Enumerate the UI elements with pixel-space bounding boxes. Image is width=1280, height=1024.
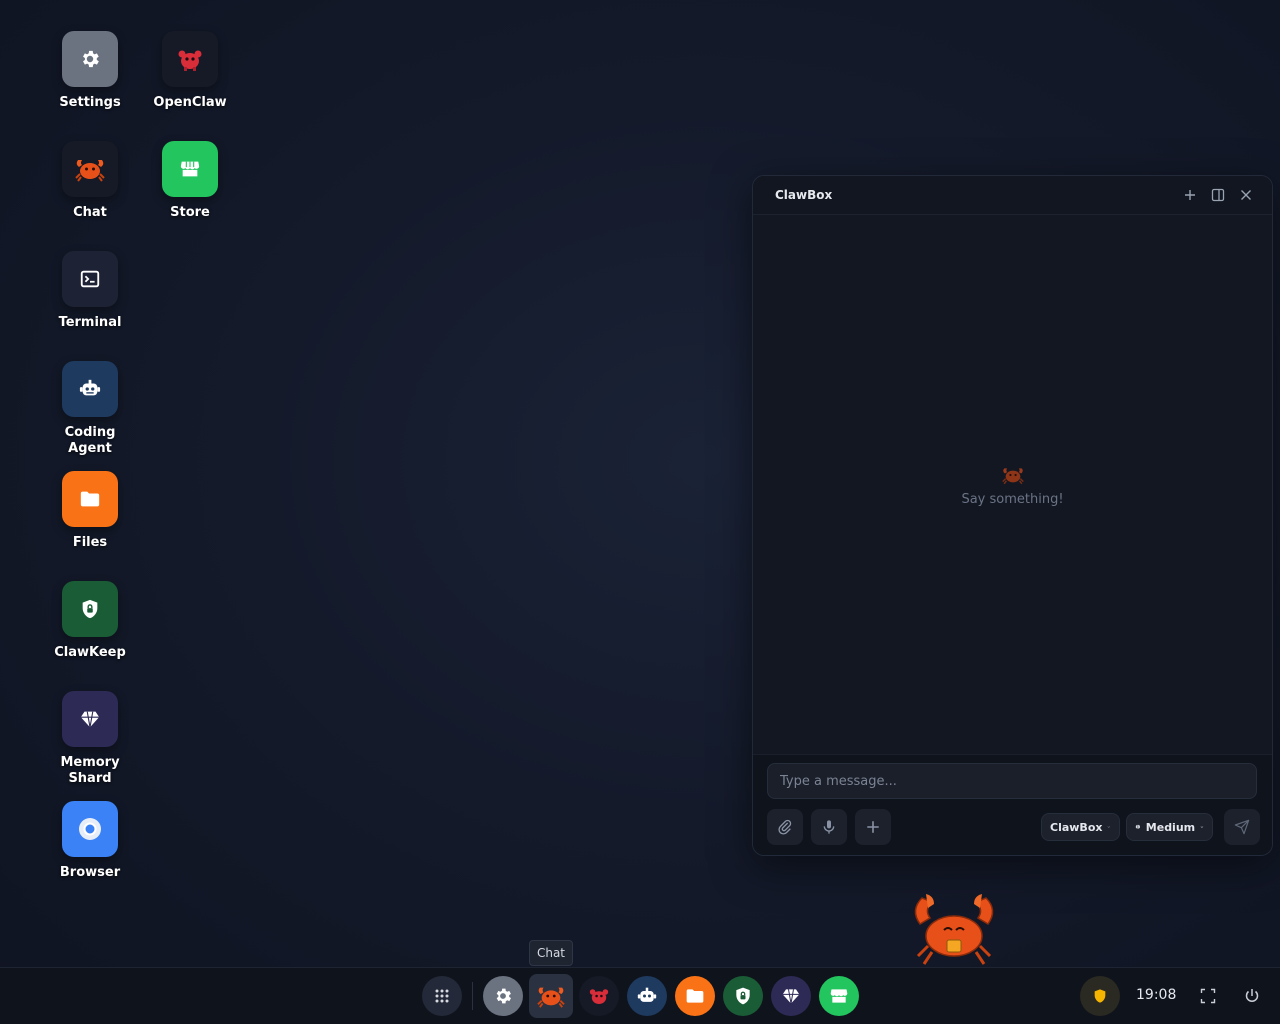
desktop-icon-label: Files <box>72 535 108 550</box>
taskbar-chat[interactable] <box>531 976 571 1016</box>
shield-icon <box>1094 989 1106 1003</box>
voice-button[interactable] <box>811 809 847 845</box>
add-button[interactable] <box>855 809 891 845</box>
power-icon <box>1245 989 1259 1002</box>
desktop-icon-files[interactable]: Files <box>40 471 140 551</box>
power-button[interactable] <box>1238 982 1266 1010</box>
window-titlebar[interactable]: ClawBox <box>753 176 1272 215</box>
split-view-button[interactable] <box>1204 181 1232 209</box>
crab-mascot-icon[interactable] <box>908 890 1000 970</box>
openclaw-icon <box>589 989 609 1004</box>
attach-button[interactable] <box>767 809 803 845</box>
taskbar-clawkeep[interactable] <box>723 976 763 1016</box>
fullscreen-icon <box>1200 988 1216 1004</box>
empty-state-text: Say something! <box>961 491 1064 507</box>
store-icon <box>162 141 218 197</box>
openclaw-icon <box>162 31 218 87</box>
desktop-icon-browser[interactable]: Browser <box>40 801 140 881</box>
chevron-down-icon <box>1200 826 1204 828</box>
folder-icon <box>62 471 118 527</box>
desktop-icon-label: Store <box>170 205 210 220</box>
crab-icon <box>1001 467 1024 484</box>
desktop-icon-label: Terminal <box>58 315 122 330</box>
brain-icon <box>1135 824 1141 829</box>
desktop-icon-terminal[interactable]: Terminal <box>40 251 140 331</box>
close-icon <box>1241 190 1251 200</box>
model-selector[interactable]: ClawBox <box>1041 813 1120 841</box>
taskbar-tooltip: Chat <box>529 940 573 966</box>
message-input[interactable] <box>767 763 1257 799</box>
desktop-icon-store[interactable]: Store <box>140 141 240 221</box>
crab-icon <box>537 987 565 1008</box>
desktop-icon-memory-shard[interactable]: Memory Shard <box>40 691 140 787</box>
paperclip-icon <box>778 819 792 835</box>
crab-icon <box>62 141 118 197</box>
desktop-icon-openclaw[interactable]: OpenClaw <box>140 31 240 111</box>
desktop-icon-label: Settings <box>59 95 121 110</box>
chat-message-area: Say something! <box>753 215 1272 755</box>
taskbar-store[interactable] <box>819 976 859 1016</box>
close-button[interactable] <box>1232 181 1260 209</box>
security-status-button[interactable] <box>1080 976 1120 1016</box>
taskbar-coding-agent[interactable] <box>627 976 667 1016</box>
desktop-icon-chat[interactable]: Chat <box>40 141 140 221</box>
desktop-icon-settings[interactable]: Settings <box>40 31 140 111</box>
send-button[interactable] <box>1224 809 1260 845</box>
taskbar-separator <box>472 982 473 1010</box>
clock: 19:08 <box>1136 987 1177 1003</box>
desktop-icon-label: Chat <box>73 205 107 220</box>
window-title: ClawBox <box>775 188 833 202</box>
desktop-icon-coding-agent[interactable]: Coding Agent <box>40 361 140 457</box>
new-chat-button[interactable] <box>1176 181 1204 209</box>
chevron-down-icon <box>1108 826 1111 828</box>
fullscreen-button[interactable] <box>1194 982 1222 1010</box>
diamond-icon <box>782 989 800 1004</box>
microphone-icon <box>823 820 835 834</box>
taskbar: 19:08 <box>0 967 1280 1024</box>
taskbar-settings[interactable] <box>483 976 523 1016</box>
app-launcher-button[interactable] <box>422 976 462 1016</box>
shield-lock-icon <box>62 581 118 637</box>
shield-lock-icon <box>736 987 750 1005</box>
folder-icon <box>686 989 704 1003</box>
model-selector-label: ClawBox <box>1050 820 1103 834</box>
browser-icon <box>62 801 118 857</box>
store-icon <box>830 989 848 1003</box>
send-icon <box>1234 819 1250 835</box>
plus-icon <box>1185 190 1195 200</box>
plus-icon <box>867 821 879 833</box>
desktop-icon-label: OpenClaw <box>153 95 227 110</box>
desktop-icon-label: Coding Agent <box>64 425 116 456</box>
robot-icon <box>62 361 118 417</box>
sidebar-toggle-icon <box>1211 188 1225 202</box>
chat-window: ClawBox Say something! Type a message...… <box>752 175 1273 856</box>
settings-icon <box>62 31 118 87</box>
desktop-icon-label: ClawKeep <box>54 645 126 660</box>
apps-grid-icon <box>435 989 449 1003</box>
robot-icon <box>637 987 657 1002</box>
desktop-icon-clawkeep[interactable]: ClawKeep <box>40 581 140 661</box>
effort-selector-label: Medium <box>1145 820 1196 834</box>
taskbar-memory-shard[interactable] <box>771 976 811 1016</box>
effort-selector[interactable]: Medium <box>1126 813 1213 841</box>
taskbar-files[interactable] <box>675 976 715 1016</box>
chat-composer: ClawBox Medium <box>753 754 1272 855</box>
diamond-icon <box>62 691 118 747</box>
terminal-icon <box>62 251 118 307</box>
desktop-icon-label: Memory Shard <box>60 755 120 786</box>
settings-icon <box>496 988 511 1004</box>
taskbar-openclaw[interactable] <box>579 976 619 1016</box>
desktop-icon-label: Browser <box>59 865 121 880</box>
